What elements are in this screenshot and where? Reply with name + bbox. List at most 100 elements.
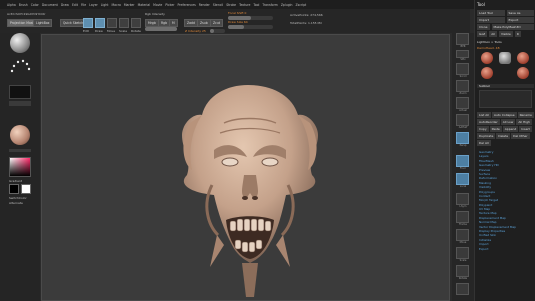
rotate-view-icon[interactable] (456, 265, 469, 277)
bpr-icon[interactable] (456, 33, 469, 45)
load-tool-button[interactable]: Load Tool (477, 10, 505, 16)
import-button[interactable]: Import (477, 17, 505, 23)
section-subtool[interactable]: Subtool (477, 84, 534, 89)
cylinder-thumb[interactable] (499, 52, 511, 64)
export-button[interactable]: Export (506, 17, 534, 23)
menu-movie[interactable]: Movie (153, 3, 162, 7)
move-label: Move (107, 29, 116, 33)
demohead-thumb[interactable] (481, 52, 493, 64)
alternate-label[interactable]: Alternate (9, 201, 23, 205)
actual-icon[interactable] (456, 97, 469, 109)
all-high-button[interactable]: All High (516, 119, 532, 125)
subtool-list[interactable] (479, 90, 532, 108)
scale-view-icon[interactable] (456, 247, 469, 259)
duplicate-button[interactable]: Duplicate (477, 133, 496, 139)
move-view-icon[interactable] (456, 229, 469, 241)
document-canvas[interactable] (41, 34, 450, 301)
frame-icon[interactable] (456, 211, 469, 223)
local-icon[interactable] (456, 173, 469, 185)
rotate-button[interactable] (131, 18, 141, 28)
color-picker[interactable] (9, 157, 31, 177)
copy-button[interactable]: Copy (477, 126, 489, 132)
m-button[interactable]: M (169, 19, 178, 27)
insert-button[interactable]: Insert (519, 126, 532, 132)
save-as-button[interactable]: Save As (506, 10, 534, 16)
sculpted-demon-head (182, 85, 318, 297)
rename-button[interactable]: Rename (517, 112, 534, 118)
menu-picker[interactable]: Picker (165, 3, 174, 7)
texture-slot[interactable] (9, 101, 31, 106)
visible-button[interactable]: Visible (498, 31, 513, 37)
lightbox-button[interactable]: LightBox (33, 19, 53, 27)
delete-button[interactable]: Delete (496, 133, 511, 139)
append-button[interactable]: Append (502, 126, 519, 132)
simplebrush-thumb[interactable] (481, 67, 493, 79)
polymesh-thumb[interactable] (517, 52, 529, 64)
menu-render[interactable]: Render (199, 3, 210, 7)
del-other-button[interactable]: Del Other (511, 133, 530, 139)
all-button[interactable]: All (489, 31, 497, 37)
autoreorder-button[interactable]: AutoReorder (477, 119, 500, 125)
menu-document[interactable]: Document (42, 3, 58, 7)
polyf-icon[interactable] (456, 283, 469, 295)
edit-button[interactable] (83, 18, 93, 28)
mrgb-button[interactable]: Mrgb (145, 19, 159, 27)
menu-file[interactable]: File (81, 3, 86, 7)
menu-material[interactable]: Material (138, 3, 151, 7)
goz-button[interactable]: GoZ (477, 31, 488, 37)
menu-light[interactable]: Light (101, 3, 109, 7)
lsym-icon[interactable] (456, 193, 469, 205)
menu-preferences[interactable]: Preferences (178, 3, 196, 7)
secondary-color-swatch[interactable] (9, 184, 19, 194)
alpha-icon[interactable] (9, 85, 31, 99)
material-icon[interactable] (10, 125, 30, 145)
scroll-icon[interactable] (456, 63, 469, 75)
lightbox-tools-label[interactable]: Lightbox > Tools (477, 40, 502, 44)
paste-button[interactable]: Paste (489, 126, 502, 132)
spare-thumb[interactable] (517, 67, 529, 79)
material-slot[interactable] (9, 149, 31, 152)
menu-color[interactable]: Color (31, 3, 39, 7)
r-button[interactable]: R (514, 31, 521, 37)
menu-marker[interactable]: Marker (124, 3, 135, 7)
make-polymesh-button[interactable]: Make PolyMesh3D (491, 24, 534, 30)
zoom-icon[interactable] (456, 80, 469, 92)
menu-alpha[interactable]: Alpha (7, 3, 16, 7)
draw-size-slider[interactable] (228, 25, 273, 29)
auto-collapse-button[interactable]: Auto Collapse (491, 112, 517, 118)
move-button[interactable] (107, 18, 117, 28)
main-color-swatch[interactable] (21, 184, 31, 194)
menu-brush[interactable]: Brush (19, 3, 28, 7)
rgb-intensity-slider[interactable] (145, 27, 177, 31)
draw-button[interactable] (95, 18, 105, 28)
scale-button[interactable] (119, 18, 129, 28)
menu-draw[interactable]: Draw (61, 3, 69, 7)
menu-layer[interactable]: Layer (89, 3, 98, 7)
stroke-dots-icon[interactable] (8, 57, 32, 77)
menu-transform[interactable]: Transform (262, 3, 277, 7)
menu-macro[interactable]: Macro (112, 3, 121, 7)
all-low-button[interactable]: All Low (500, 119, 516, 125)
menu-zscript[interactable]: Zscript (296, 3, 307, 7)
menu-edit[interactable]: Edit (72, 3, 78, 7)
persp-icon[interactable] (456, 132, 469, 144)
zadd-button[interactable]: Zadd (184, 19, 198, 27)
del-all-button[interactable]: Del All (477, 140, 491, 146)
menu-texture[interactable]: Texture (239, 3, 250, 7)
menu-stroke[interactable]: Stroke (226, 3, 236, 7)
zcut-button[interactable]: Zcut (210, 19, 223, 27)
aahalf-icon[interactable] (456, 114, 469, 126)
section-export[interactable]: Export (477, 247, 534, 251)
list-all-button[interactable]: List All (477, 112, 491, 118)
menu-tool[interactable]: Tool (253, 3, 259, 7)
switch-color-label[interactable]: SwitchColor (9, 196, 27, 200)
menu-zplugin[interactable]: Zplugin (281, 3, 293, 7)
brush-icon[interactable] (10, 33, 30, 53)
zsub-button[interactable]: Zsub (197, 19, 211, 27)
floor-icon[interactable] (456, 155, 469, 167)
move-view-label: Move (459, 241, 467, 244)
menu-stencil[interactable]: Stencil (213, 3, 223, 7)
z-intensity-slider[interactable] (210, 29, 225, 33)
clone-button[interactable]: Clone (477, 24, 490, 30)
spix-icon[interactable] (456, 50, 469, 58)
